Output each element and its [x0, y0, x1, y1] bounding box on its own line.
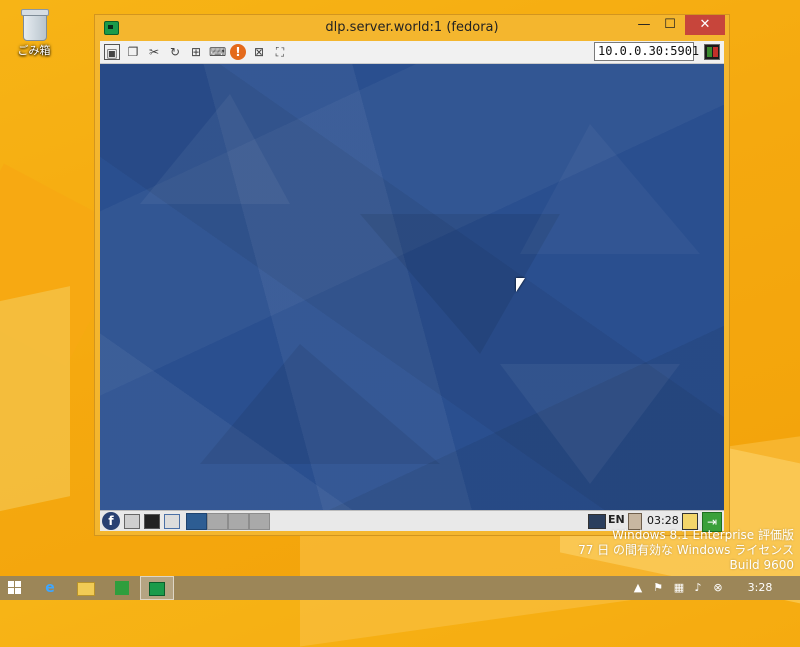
options-icon[interactable]: ❐ — [125, 44, 141, 60]
store-icon[interactable] — [102, 576, 142, 600]
address-field[interactable]: 10.0.0.30:5901 — [594, 42, 699, 61]
network-icon[interactable] — [588, 514, 606, 529]
wallpaper-shape — [0, 286, 70, 524]
remote-desktop-screen[interactable] — [100, 64, 724, 510]
close-circle-icon[interactable]: ⊗ — [710, 576, 726, 600]
windows-watermark: Windows 8.1 Enterprise 評価版 77 日 の間有効な Wi… — [578, 528, 794, 573]
refresh-icon[interactable]: ↻ — [167, 44, 183, 60]
up-arrow-icon[interactable]: ▲ — [632, 576, 644, 600]
recycle-bin[interactable]: ごみ箱 — [6, 4, 62, 58]
fedora-menu-icon[interactable]: f — [102, 512, 120, 530]
connection-info-icon[interactable]: ▣ — [104, 44, 120, 60]
watermark-line2: 77 日 の間有効な Windows ライセンス — [578, 543, 794, 557]
volume-icon[interactable]: ♪ — [690, 576, 706, 600]
wallpaper-polygon — [200, 344, 440, 464]
language-indicator[interactable]: EN — [608, 513, 625, 526]
workspace-1[interactable] — [186, 513, 207, 530]
terminal-icon[interactable] — [144, 514, 160, 529]
internet-explorer-icon[interactable]: e — [30, 576, 70, 600]
workspace-3[interactable] — [228, 513, 249, 530]
watermark-line3: Build 9600 — [729, 558, 794, 572]
flag-icon[interactable]: ⚑ — [650, 576, 666, 600]
system-clock[interactable]: 3:28 — [740, 576, 780, 600]
mouse-cursor-icon — [516, 278, 525, 292]
windows-taskbar: e ▲ ⚑ ▦ ♪ ⊗ 3:28 — [0, 576, 800, 600]
file-explorer-icon[interactable] — [66, 576, 106, 600]
vnc-viewer-window: dlp.server.world:1 (fedora) — ☐ ✕ ▣ ❐ ✂ … — [94, 14, 730, 536]
show-desktop-icon[interactable] — [164, 514, 180, 529]
minimize-button[interactable]: — — [631, 15, 657, 35]
workspace-4[interactable] — [249, 513, 270, 530]
maximize-button[interactable]: ☐ — [657, 15, 683, 35]
wallpaper-polygon — [140, 94, 290, 204]
ctrl-alt-del-icon[interactable]: ⊞ — [188, 44, 204, 60]
alert-icon[interactable]: ! — [230, 44, 246, 60]
vnc-viewer-taskbar-icon[interactable] — [140, 576, 174, 600]
network-icon[interactable]: ▦ — [670, 576, 688, 600]
disconnect-icon[interactable]: ⊠ — [251, 44, 267, 60]
wallpaper-polygon — [520, 124, 700, 254]
recycle-bin-icon — [19, 6, 49, 41]
remote-clock[interactable]: 03:28 — [647, 514, 679, 527]
recycle-bin-label: ごみ箱 — [17, 44, 51, 57]
viewer-toolbar: ▣ ❐ ✂ ↻ ⊞ ⌨ ! ⊠ ⛶ 10.0.0.30:5901 — [100, 41, 724, 64]
color-depth-icon[interactable] — [704, 44, 720, 60]
close-button[interactable]: ✕ — [685, 15, 725, 35]
keyboard-icon[interactable]: ⌨ — [209, 44, 226, 60]
title-bar[interactable]: dlp.server.world:1 (fedora) — ☐ ✕ — [95, 15, 729, 41]
file-manager-icon[interactable] — [124, 514, 140, 529]
fullscreen-icon[interactable]: ⛶ — [272, 44, 288, 60]
start-button[interactable] — [8, 581, 22, 595]
watermark-line1: Windows 8.1 Enterprise 評価版 — [612, 528, 794, 542]
workspace-2[interactable] — [207, 513, 228, 530]
settings-tools-icon[interactable]: ✂ — [146, 44, 162, 60]
wallpaper-polygon — [500, 364, 680, 484]
